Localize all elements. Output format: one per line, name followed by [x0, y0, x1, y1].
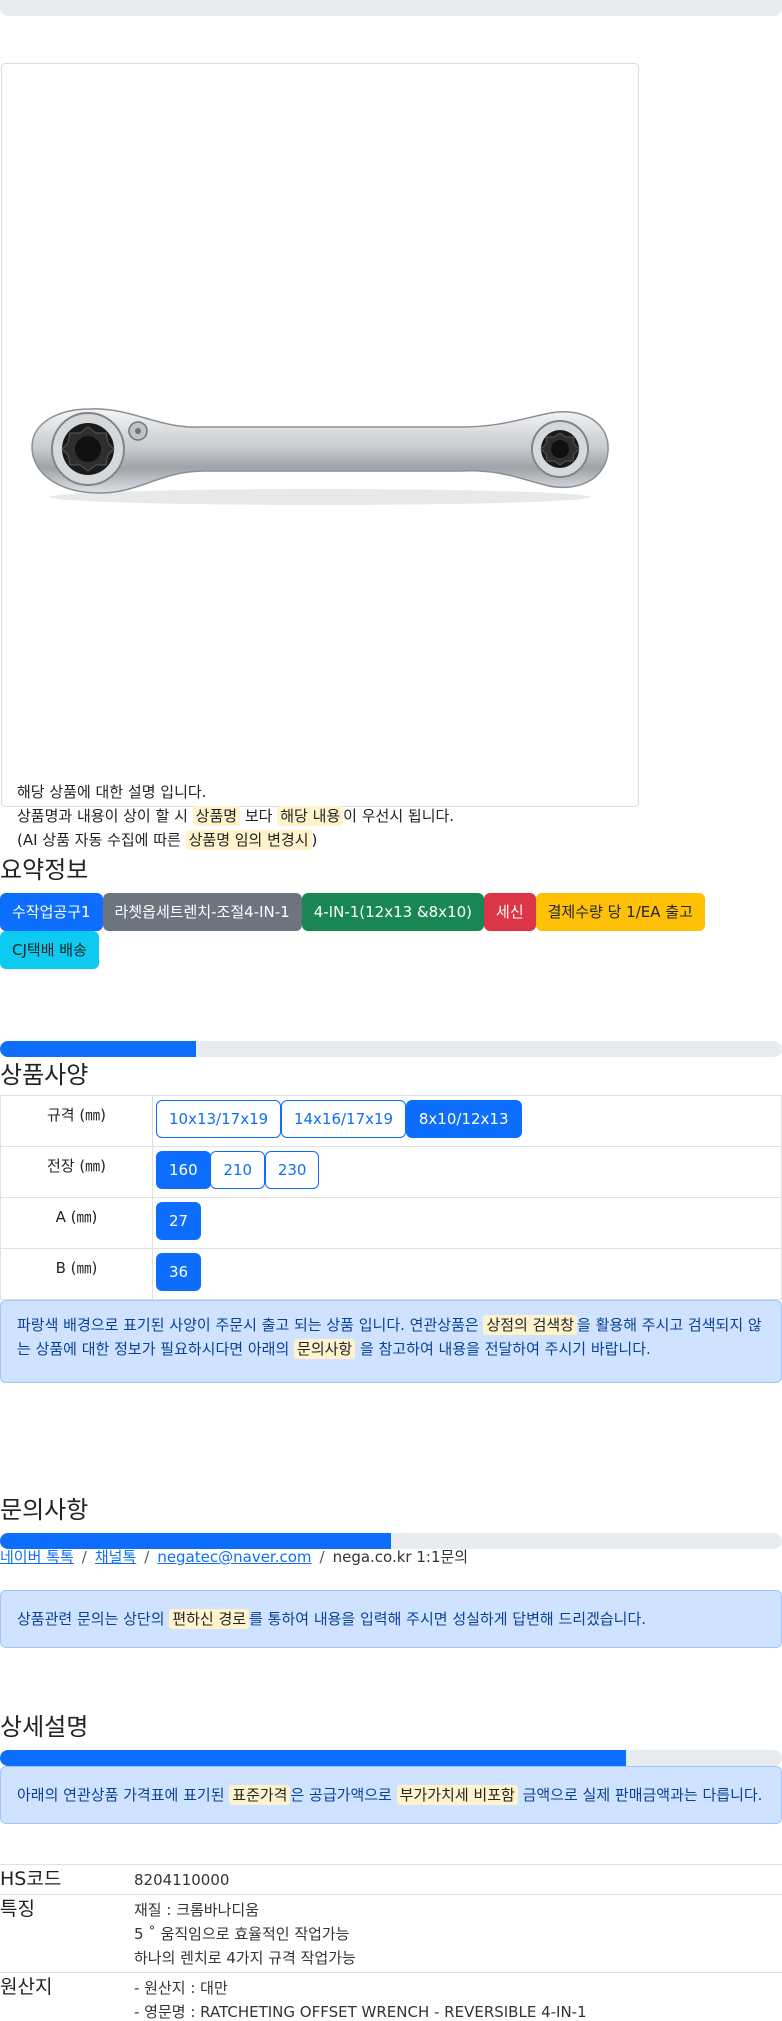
- detail-line: 하나의 렌치로 4가지 규격 작업가능: [134, 1949, 356, 1967]
- detail-key: 특징: [0, 1894, 134, 1973]
- alert-text: 아래의 연관상품 가격표에 표기된: [17, 1786, 230, 1804]
- spec-row: 규격 (㎜) 10x13/17x19 14x16/17x19 8x10/12x1…: [0, 1095, 782, 1147]
- alert-highlight: 편하신 경로: [169, 1609, 250, 1629]
- spec-options: 36: [152, 1248, 782, 1300]
- email-link[interactable]: negatec@naver.com: [157, 1548, 311, 1566]
- spec-option-selected[interactable]: 36: [156, 1253, 202, 1291]
- detail-table: HS코드 8204110000 특징 재질 : 크롬바나디움 5 ˚ 움직임으로…: [0, 1864, 782, 2021]
- detail-line: 8204110000: [134, 1871, 230, 1889]
- spec-options: 160 210 230: [152, 1146, 782, 1198]
- spec-row: 전장 (㎜) 160 210 230: [0, 1146, 782, 1198]
- alert-text: 을 참고하여 내용을 전달하여 주시기 바랍니다.: [355, 1340, 651, 1358]
- contact-links: 네이버 톡톡 / 채널톡 / negatec@naver.com / nega.co.kr …: [0, 1546, 468, 1567]
- alert-highlight: 부가가치세 비포함: [396, 1785, 518, 1805]
- spec-option[interactable]: 14x16/17x19: [280, 1100, 407, 1138]
- spec-row: A (㎜) 27: [0, 1197, 782, 1249]
- tag-delivery[interactable]: CJ택배 배송: [0, 931, 99, 969]
- separator: /: [319, 1548, 325, 1566]
- spec-row: B (㎜) 36: [0, 1248, 782, 1300]
- spec-label: B (㎜): [0, 1248, 153, 1300]
- detail-line: 재질 : 크롬바나디움: [134, 1901, 259, 1919]
- separator: /: [81, 1548, 87, 1566]
- tag-shipping-quantity[interactable]: 결제수량 당 1/EA 출고: [535, 893, 705, 931]
- alert-highlight: 상점의 검색창: [483, 1315, 578, 1335]
- detail-row: HS코드 8204110000: [0, 1864, 782, 1895]
- spec-progress: [0, 1041, 782, 1057]
- notice-highlight: 해당 내용: [277, 806, 344, 826]
- detail-title: 상세설명: [0, 1713, 89, 1741]
- alert-text: 상품관련 문의는 상단의: [17, 1610, 170, 1628]
- product-notice: 해당 상품에 대한 설명 입니다. 상품명과 내용이 상이 할 시 상품명 보다…: [17, 780, 454, 852]
- inquiry-title: 문의사항: [0, 1496, 89, 1524]
- alert-text: 를 통하여 내용을 입력해 주시면 성실하게 답변해 드리겠습니다.: [249, 1610, 647, 1628]
- inquiry-alert: 상품관련 문의는 상단의 편하신 경로 를 통하여 내용을 입력해 주시면 성실하…: [0, 1590, 782, 1648]
- wrench-image: [31, 408, 609, 505]
- detail-progress: [0, 1750, 782, 1766]
- separator: /: [144, 1548, 150, 1566]
- detail-line: - 원산지 : 대만: [134, 1979, 228, 1997]
- detail-key: 원산지: [0, 1972, 134, 2021]
- notice-text: 이 우선시 됩니다.: [343, 807, 455, 825]
- detail-value: 재질 : 크롬바나디움 5 ˚ 움직임으로 효율적인 작업가능 하나의 렌치로 …: [134, 1894, 782, 1973]
- spec-label: 전장 (㎜): [0, 1146, 153, 1198]
- spec-options: 10x13/17x19 14x16/17x19 8x10/12x13: [152, 1095, 782, 1147]
- detail-key: HS코드: [0, 1864, 134, 1895]
- detail-line: - 영문명 : RATCHETING OFFSET WRENCH - REVER…: [134, 2003, 587, 2021]
- notice-highlight: 상품명: [192, 806, 241, 826]
- spec-option[interactable]: 10x13/17x19: [156, 1100, 282, 1138]
- spec-label: A (㎜): [0, 1197, 153, 1249]
- summary-title: 요약정보: [0, 856, 89, 884]
- product-image-card: 해당 상품에 대한 설명 입니다. 상품명과 내용이 상이 할 시 상품명 보다…: [1, 63, 639, 850]
- channel-talk-link[interactable]: 채널톡: [95, 1548, 136, 1566]
- notice-line-3: (AI 상품 자동 수집에 따른 상품명 임의 변경시): [17, 828, 454, 852]
- alert-highlight: 문의사항: [294, 1339, 356, 1359]
- spec-options: 27: [152, 1197, 782, 1249]
- spec-option-selected[interactable]: 8x10/12x13: [405, 1100, 522, 1138]
- spec-title: 상품사양: [0, 1061, 89, 1089]
- detail-line: 5 ˚ 움직임으로 효율적인 작업가능: [134, 1925, 350, 1943]
- naver-talk-link[interactable]: 네이버 톡톡: [0, 1548, 74, 1566]
- notice-line-2: 상품명과 내용이 상이 할 시 상품명 보다 해당 내용 이 우선시 됩니다.: [17, 804, 454, 828]
- spec-option-selected[interactable]: 160: [156, 1151, 211, 1189]
- spec-label: 규격 (㎜): [0, 1095, 153, 1147]
- notice-text: 상품명과 내용이 상이 할 시: [17, 807, 193, 825]
- alert-text: 은 공급가액으로: [290, 1786, 397, 1804]
- tag-product-name[interactable]: 라쳇옵세트렌치-조절4-IN-1: [102, 893, 302, 931]
- tag-category[interactable]: 수작업공구1: [0, 893, 103, 931]
- spec-alert: 파랑색 배경으로 표기된 사양이 주문시 출고 되는 상품 입니다. 연관상품은…: [0, 1300, 782, 1383]
- tag-brand[interactable]: 세신: [484, 893, 536, 931]
- alert-highlight: 표준가격: [229, 1785, 291, 1805]
- summary-tags: 수작업공구1 라쳇옵세트렌치-조절4-IN-1 4-IN-1(12x13 &8x…: [0, 893, 782, 969]
- detail-value: - 원산지 : 대만 - 영문명 : RATCHETING OFFSET WRE…: [134, 1972, 782, 2021]
- alert-text: 금액으로 실제 판매금액과는 다릅니다.: [517, 1786, 763, 1804]
- tag-model[interactable]: 4-IN-1(12x13 &8x10): [301, 893, 485, 931]
- notice-line-1: 해당 상품에 대한 설명 입니다.: [17, 783, 207, 801]
- detail-value: 8204110000: [134, 1864, 782, 1895]
- top-progress-bar: [0, 0, 782, 16]
- site-inquiry-text: nega.co.kr 1:1문의: [332, 1548, 469, 1566]
- notice-highlight: 상품명 임의 변경시: [185, 830, 312, 850]
- spec-option[interactable]: 210: [210, 1151, 266, 1189]
- spec-table: 규격 (㎜) 10x13/17x19 14x16/17x19 8x10/12x1…: [0, 1095, 782, 1300]
- notice-text: ): [311, 831, 318, 849]
- detail-progress-fill: [0, 1750, 626, 1766]
- spec-option-selected[interactable]: 27: [156, 1202, 202, 1240]
- notice-text: 보다: [240, 807, 278, 825]
- spec-option[interactable]: 230: [264, 1151, 320, 1189]
- alert-text: 파랑색 배경으로 표기된 사양이 주문시 출고 되는 상품 입니다. 연관상품은: [17, 1316, 484, 1334]
- detail-alert: 아래의 연관상품 가격표에 표기된 표준가격 은 공급가액으로 부가가치세 비포함…: [0, 1766, 782, 1824]
- detail-row: 특징 재질 : 크롬바나디움 5 ˚ 움직임으로 효율적인 작업가능 하나의 렌…: [0, 1894, 782, 1973]
- notice-text: (AI 상품 자동 수집에 따른: [17, 831, 186, 849]
- detail-row: 원산지 - 원산지 : 대만 - 영문명 : RATCHETING OFFSET…: [0, 1972, 782, 2021]
